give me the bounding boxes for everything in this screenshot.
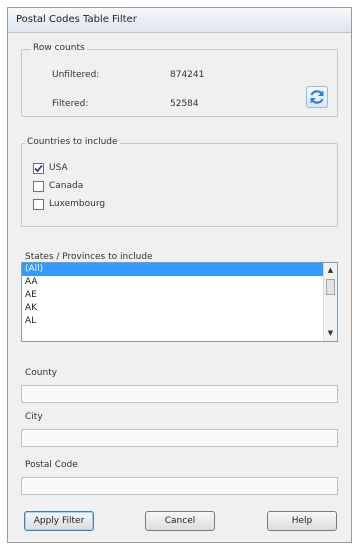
city-input[interactable] xyxy=(21,429,338,447)
list-item[interactable]: AK xyxy=(22,302,324,315)
apply-filter-button[interactable]: Apply Filter xyxy=(24,511,94,531)
unfiltered-label: Unfiltered: xyxy=(52,70,100,80)
filtered-label: Filtered: xyxy=(52,99,89,109)
list-item[interactable]: (All) xyxy=(22,263,324,276)
window-title: Postal Codes Table Filter xyxy=(16,14,137,25)
cancel-button[interactable]: Cancel xyxy=(145,511,215,531)
refresh-button[interactable] xyxy=(306,86,328,108)
city-label: City xyxy=(25,412,43,422)
list-item[interactable]: AL xyxy=(22,315,324,328)
canada-label: Canada xyxy=(49,181,84,191)
list-item[interactable]: AE xyxy=(22,289,324,302)
row-counts-legend: Row counts xyxy=(31,43,87,53)
luxembourg-checkbox[interactable] xyxy=(33,199,44,210)
check-icon xyxy=(34,164,43,173)
countries-legend: Countries to include xyxy=(25,137,120,147)
scroll-up-icon[interactable]: ▲ xyxy=(324,264,337,277)
usa-label: USA xyxy=(49,163,68,173)
scroll-down-icon[interactable]: ▼ xyxy=(324,327,337,340)
scroll-thumb[interactable] xyxy=(326,279,335,295)
county-label: County xyxy=(25,368,58,378)
states-scrollbar[interactable]: ▲ ▼ xyxy=(323,263,337,341)
help-button[interactable]: Help xyxy=(267,511,337,531)
states-label: States / Provinces to include xyxy=(25,252,153,262)
refresh-icon xyxy=(310,90,324,104)
county-input[interactable] xyxy=(21,385,338,403)
canada-checkbox[interactable] xyxy=(33,181,44,192)
postal-code-label: Postal Code xyxy=(25,460,78,470)
filtered-value: 52584 xyxy=(170,99,199,109)
luxembourg-label: Luxembourg xyxy=(49,199,106,209)
states-listbox[interactable]: (All) AA AE AK AL ▲ ▼ xyxy=(21,262,338,342)
unfiltered-value: 874241 xyxy=(170,70,205,80)
list-item[interactable]: AA xyxy=(22,276,324,289)
title-bar[interactable]: Postal Codes Table Filter xyxy=(8,8,351,33)
postal-code-input[interactable] xyxy=(21,477,338,495)
usa-checkbox[interactable] xyxy=(33,163,44,174)
